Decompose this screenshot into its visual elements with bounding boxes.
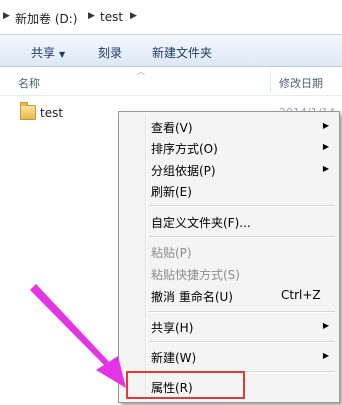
pointer-arrow-icon [30,284,126,388]
